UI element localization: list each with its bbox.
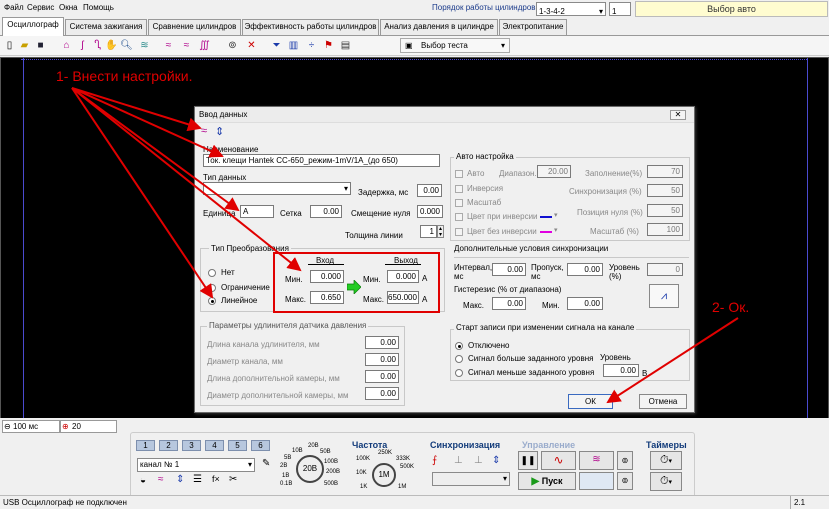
count-select[interactable]: ⊕ 20	[60, 420, 117, 433]
channel-button-5[interactable]: 5	[228, 440, 247, 451]
timer-button-2[interactable]: ⊚	[617, 472, 633, 490]
voltage-dial-knob[interactable]: 20В	[296, 455, 324, 483]
dial-label: 200В	[326, 469, 341, 475]
function-icon[interactable]: f×	[212, 474, 220, 484]
edit-icon[interactable]: ✎	[262, 458, 270, 469]
start-button[interactable]: ▶ Пуск	[518, 472, 576, 490]
pause-icon: ❚❚	[520, 455, 536, 465]
channel-select[interactable]: канал № 1 ▾	[137, 458, 255, 472]
chevron-down-icon: ▾	[668, 479, 673, 486]
arrow-to-transform	[71, 87, 302, 272]
freq-label: 1K	[360, 484, 368, 490]
sync-channel-select[interactable]: ▾	[432, 472, 510, 486]
channel-button-1[interactable]: 1	[136, 440, 155, 451]
freq-label: 333K	[396, 456, 411, 462]
freq-label: 10K	[356, 470, 367, 476]
sync-title: Синхронизация	[430, 440, 501, 450]
sine-wave-icon: ∿	[553, 453, 564, 467]
voltage-dial[interactable]: 20В 10В 20В 50В 100В 200В 500В 0.1В 1В 2…	[278, 443, 342, 493]
updown-icon[interactable]: ⇕	[176, 474, 184, 485]
channel-button-6[interactable]: 6	[251, 440, 270, 451]
blank-control-button[interactable]	[579, 472, 614, 490]
time-select[interactable]: ⊖ 100 мс	[2, 420, 60, 433]
minus-icon: ⊖	[4, 422, 11, 431]
chevron-down-icon: ▾	[668, 458, 673, 465]
dial-label: 100В	[324, 459, 339, 465]
stopwatch-icon: ⏱	[659, 454, 669, 466]
multi-wave-button[interactable]: ≋	[579, 451, 614, 470]
freq-label: 1M	[398, 484, 407, 490]
multi-wave-icon: ≋	[592, 454, 601, 465]
pause-button[interactable]: ❚❚	[518, 451, 538, 470]
dial-label: 500В	[324, 481, 339, 487]
freq-label: 250K	[378, 450, 393, 456]
tools-icon[interactable]: ✂	[229, 474, 237, 485]
control-title: Управление	[522, 440, 576, 450]
channel-button-3[interactable]: 3	[182, 440, 201, 451]
chevron-down-icon: ▾	[247, 460, 252, 469]
dial-label: 2В	[280, 463, 288, 469]
dial-label: 50В	[320, 449, 331, 455]
status-bar: USB Осциллограф не подключен 2.1	[0, 495, 829, 509]
sync-level-icon[interactable]: ⊥	[474, 455, 483, 466]
frequency-title: Частота	[352, 440, 388, 450]
plus-icon: ⊕	[62, 422, 69, 431]
sine-button[interactable]: ∿	[541, 451, 576, 470]
sync-rise-icon[interactable]: ⨍	[432, 455, 437, 466]
timer-icon: ⊚	[621, 456, 629, 465]
sync-fall-icon[interactable]: ⊥	[454, 455, 463, 466]
channel-button-4[interactable]: 4	[205, 440, 224, 451]
frequency-dial[interactable]: 1M 250K 100K 333K 10K 500K 1K 1M	[350, 450, 420, 494]
probe-icon[interactable]: ◒	[140, 475, 146, 486]
timer-button-1[interactable]: ⊚	[617, 451, 633, 470]
arrow-to-ok	[606, 317, 739, 404]
frequency-dial-knob[interactable]: 1M	[372, 463, 396, 487]
time-value: 100 мс	[13, 422, 39, 431]
freq-label: 500K	[400, 464, 415, 470]
freq-label: 100K	[356, 456, 371, 462]
wave-icon[interactable]: ≈	[158, 474, 164, 485]
lines-icon[interactable]: ☰	[193, 474, 202, 485]
dial-label: 5В	[284, 455, 292, 461]
version-indicator: 2.1	[790, 496, 828, 509]
count-value: 20	[72, 422, 81, 431]
timer-select-1[interactable]: ⏱▾	[650, 451, 682, 470]
dial-label: 20В	[308, 443, 319, 449]
play-icon: ▶	[531, 476, 540, 487]
arrow-to-icons	[71, 87, 202, 132]
channel-button-2[interactable]: 2	[159, 440, 178, 451]
status-text: USB Осциллограф не подключен	[3, 498, 127, 507]
dial-label: 1В	[282, 473, 290, 479]
dial-label: 0.1В	[280, 481, 293, 487]
timer-icon: ⊚	[621, 476, 629, 485]
start-label: Пуск	[541, 476, 563, 486]
timers-title: Таймеры	[646, 440, 687, 450]
stopwatch-icon: ⏱	[659, 475, 669, 487]
channel-name: канал № 1	[140, 460, 180, 469]
chevron-down-icon: ▾	[502, 474, 507, 483]
sync-channel-icon[interactable]: ⇕	[492, 455, 500, 466]
dial-label: 10В	[292, 448, 303, 454]
timer-select-2[interactable]: ⏱▾	[650, 472, 682, 491]
arrow-to-unit	[71, 87, 240, 212]
